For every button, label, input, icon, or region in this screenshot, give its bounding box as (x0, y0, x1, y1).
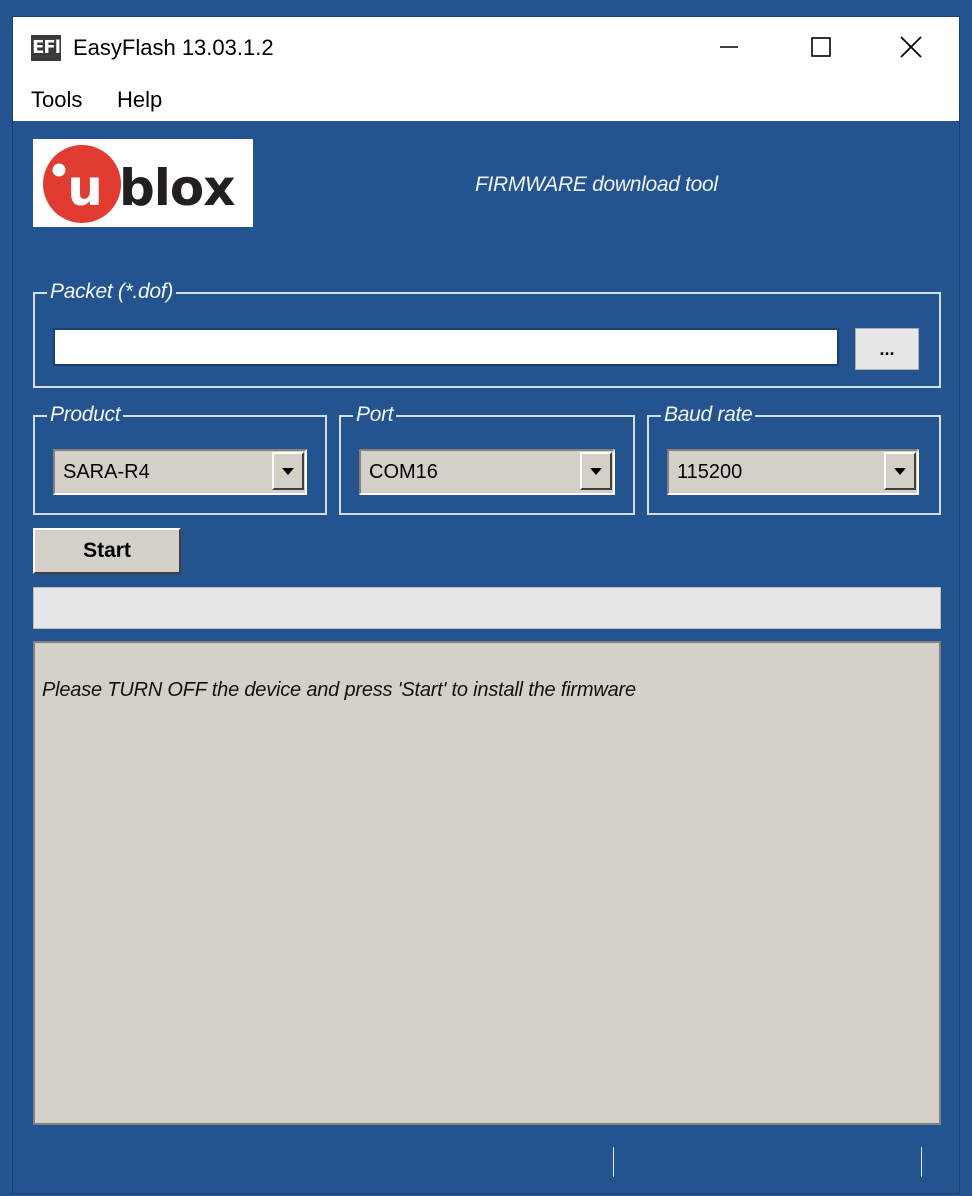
port-group: Port COM16 (339, 402, 635, 515)
port-select[interactable]: COM16 (359, 449, 615, 495)
close-button[interactable] (865, 17, 957, 77)
start-button[interactable]: Start (33, 528, 181, 574)
progress-bar (33, 587, 941, 629)
app-icon: EFl (31, 35, 61, 61)
tagline: FIRMWARE download tool (475, 173, 718, 196)
product-select[interactable]: SARA-R4 (53, 449, 307, 495)
menu-bar: Tools Help (13, 79, 959, 121)
log-message: Please TURN OFF the device and press 'St… (42, 679, 636, 701)
minimize-icon (720, 46, 738, 48)
chevron-down-icon (894, 468, 906, 475)
maximize-icon (811, 37, 831, 57)
maximize-button[interactable] (775, 17, 867, 77)
port-dropdown-button[interactable] (580, 452, 612, 490)
window-title: EasyFlash 13.03.1.2 (73, 35, 274, 60)
browse-button[interactable]: ... (855, 328, 919, 370)
logo-graphic: u blox (43, 145, 236, 223)
minimize-button[interactable] (683, 17, 775, 77)
logo-u-letter: u (67, 159, 103, 217)
baud-select[interactable]: 115200 (667, 449, 919, 495)
packet-group: Packet (*.dof) ... (33, 279, 941, 388)
baud-dropdown-button[interactable] (884, 452, 916, 490)
logo-blox-text: blox (119, 159, 235, 217)
baud-selected-value: 115200 (677, 461, 743, 483)
port-selected-value: COM16 (369, 461, 438, 483)
title-bar: EFl EasyFlash 13.03.1.2 (13, 17, 959, 79)
chevron-down-icon (590, 468, 602, 475)
menu-help[interactable]: Help (117, 87, 162, 113)
baud-group: Baud rate 115200 (647, 402, 941, 515)
product-dropdown-button[interactable] (272, 452, 304, 490)
product-selected-value: SARA-R4 (63, 461, 150, 483)
packet-path-input[interactable] (53, 328, 839, 366)
close-icon (900, 36, 922, 58)
port-legend: Port (353, 402, 397, 428)
menu-tools[interactable]: Tools (31, 87, 82, 113)
easyflash-window: EFl EasyFlash 13.03.1.2 Tools Help u blo… (12, 16, 960, 1194)
packet-legend: Packet (*.dof) (47, 279, 177, 305)
product-group: Product SARA-R4 (33, 402, 327, 515)
product-legend: Product (47, 402, 124, 428)
status-divider (921, 1147, 922, 1177)
status-divider (613, 1147, 614, 1177)
baud-legend: Baud rate (661, 402, 756, 428)
chevron-down-icon (282, 468, 294, 475)
ublox-logo: u blox (33, 139, 253, 227)
log-output[interactable]: Please TURN OFF the device and press 'St… (33, 641, 941, 1125)
